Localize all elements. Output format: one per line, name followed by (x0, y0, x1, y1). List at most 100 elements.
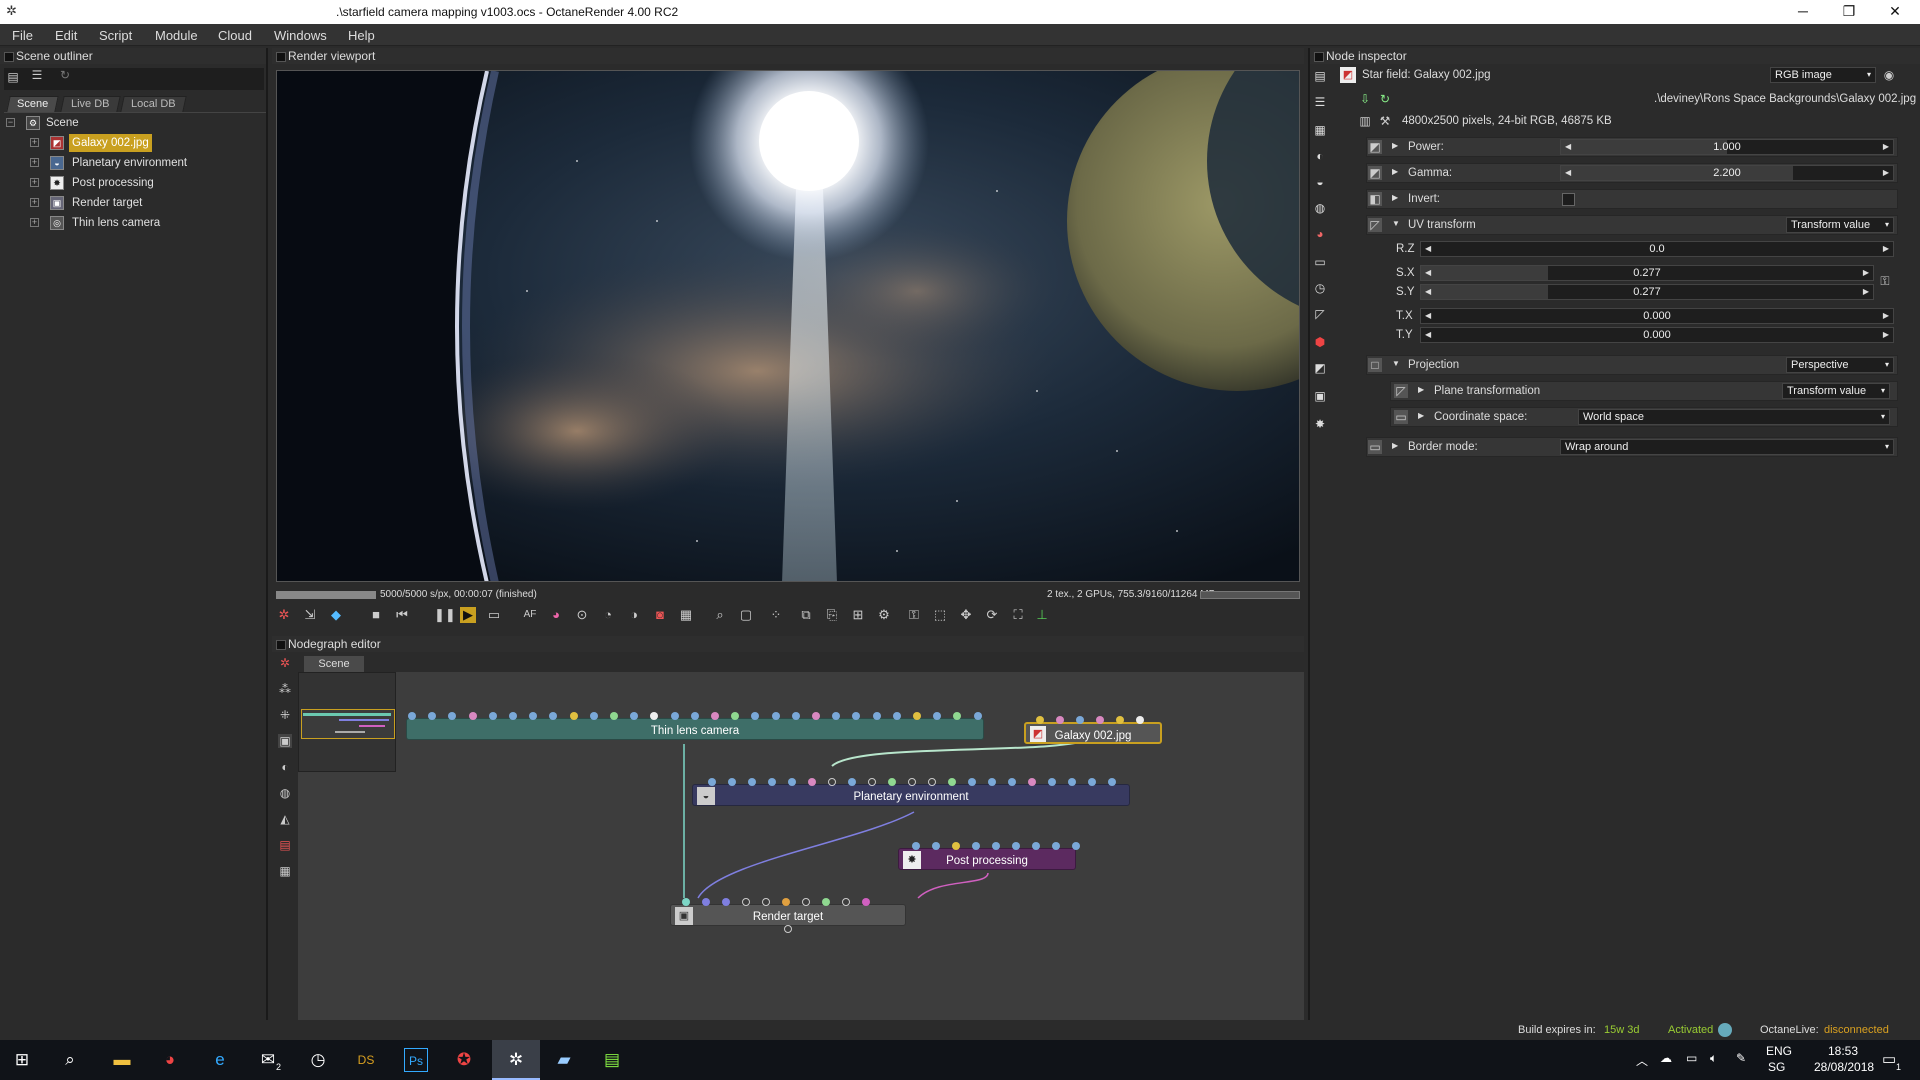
nodegraph-minimap[interactable] (298, 672, 396, 772)
notification-icon[interactable]: ▭ (1882, 1050, 1896, 1068)
af-icon[interactable]: AF (522, 607, 538, 623)
menu-help[interactable]: Help (348, 28, 375, 43)
object-picker-icon[interactable]: ▦ (678, 607, 694, 623)
node-post-processing[interactable]: ✸ Post processing (898, 848, 1076, 870)
input-pin[interactable] (872, 712, 881, 720)
inspector-cube-icon[interactable]: ◩ (1312, 360, 1328, 376)
plane-transformation-dropdown[interactable]: Transform value ▾ (1782, 383, 1890, 399)
region-icon[interactable]: ▢ (738, 607, 754, 623)
input-pin[interactable] (408, 712, 416, 720)
input-pin[interactable] (762, 898, 770, 906)
focus-picker-icon[interactable]: ◔ (600, 607, 616, 623)
geometry-node-icon[interactable]: ◭ (278, 812, 292, 826)
input-pin[interactable] (842, 898, 850, 906)
white-balance-icon[interactable]: ◑ (626, 607, 642, 623)
input-pin[interactable] (913, 712, 921, 720)
material-node-icon[interactable]: ◐ (278, 760, 292, 774)
ty-slider[interactable]: ◀ 0.000 ▶ (1420, 327, 1894, 343)
load-file-icon[interactable]: ⇩ (1358, 92, 1372, 106)
expand-icon[interactable]: + (30, 158, 39, 167)
expand-icon[interactable]: + (30, 178, 39, 187)
fullscreen-icon[interactable]: ⛶ (1010, 607, 1026, 623)
input-pin[interactable] (1136, 716, 1144, 724)
input-pin[interactable] (569, 712, 578, 720)
node-type-dropdown[interactable]: RGB image ▾ (1770, 67, 1876, 83)
input-pin[interactable] (791, 712, 800, 720)
eye-icon[interactable]: ◉ (1882, 68, 1896, 82)
input-pin[interactable] (682, 898, 690, 906)
tree-row-thin-lens-camera[interactable]: + ◎ Thin lens camera (0, 214, 268, 232)
edge-icon[interactable]: e (208, 1048, 232, 1072)
collapse-arrow-icon[interactable]: ▼ (1392, 219, 1400, 228)
input-pin[interactable] (812, 712, 820, 720)
input-pin[interactable] (708, 778, 716, 786)
input-pin[interactable] (802, 898, 810, 906)
file-explorer-icon[interactable]: ▬ (110, 1048, 134, 1072)
photoshop-icon[interactable]: Ps (404, 1048, 428, 1072)
realtime-icon[interactable]: ▭ (486, 607, 502, 623)
inspector-tool-icon[interactable]: ▦ (1312, 122, 1328, 138)
gamma-slider[interactable]: ◀ 2.200 ▶ (1560, 165, 1894, 181)
search-icon[interactable]: ⌕ (58, 1048, 82, 1072)
input-pin[interactable] (782, 898, 790, 906)
tree-row-post-processing[interactable]: + ✸ Post processing (0, 174, 268, 192)
chart-app-icon[interactable]: ▤ (600, 1048, 624, 1072)
input-pin[interactable] (748, 778, 756, 786)
film-region-icon[interactable]: ⁘ (768, 607, 784, 623)
menu-module[interactable]: Module (155, 28, 198, 43)
expand-icon[interactable]: + (30, 138, 39, 147)
input-pin[interactable] (1096, 716, 1104, 724)
input-pin[interactable] (711, 712, 719, 720)
language-label[interactable]: ENG (1766, 1044, 1792, 1058)
projection-mode-dropdown[interactable]: Perspective ▾ (1786, 357, 1894, 373)
node-galaxy-image[interactable]: ◩ Galaxy 002.jpg (1024, 722, 1162, 744)
menu-cloud[interactable]: Cloud (218, 28, 252, 43)
sy-slider[interactable]: ◀ 0.277 ▶ (1420, 284, 1874, 300)
input-pin[interactable] (1068, 778, 1076, 786)
wrench-icon[interactable]: ⚒ (1378, 114, 1392, 128)
chrome-icon[interactable]: ◕ (158, 1048, 182, 1072)
inspector-emission-icon[interactable]: ◕ (1312, 226, 1328, 242)
zoom-icon[interactable]: ⌕ (712, 607, 728, 623)
resize-icon[interactable]: ⇲ (302, 607, 318, 623)
grid-nodes-icon[interactable]: ⁜ (278, 708, 292, 722)
expand-arrow-icon[interactable]: ▶ (1392, 193, 1398, 202)
color-picker-icon[interactable]: ◕ (548, 607, 564, 623)
table-node-icon[interactable]: ▦ (278, 864, 292, 878)
clock-app-icon[interactable]: ◷ (306, 1048, 330, 1072)
inspector-image-icon[interactable]: ▣ (1312, 388, 1328, 404)
input-pin[interactable] (771, 712, 780, 720)
input-pin[interactable] (988, 778, 996, 786)
input-pin[interactable] (948, 778, 956, 786)
input-pin[interactable] (742, 898, 750, 906)
play-icon[interactable]: ▶ (460, 607, 476, 623)
rotate-icon[interactable]: ⟳ (984, 607, 1000, 623)
tree-row-scene[interactable]: − ⚙ Scene (0, 114, 268, 132)
node-planetary-environment[interactable]: ◒ Planetary environment (692, 784, 1130, 806)
scatter-icon[interactable]: ⁂ (278, 682, 292, 696)
box-icon[interactable]: ⬚ (932, 607, 948, 623)
outliner-collapse-icon[interactable]: ☰ (30, 68, 44, 82)
input-pin[interactable] (1108, 778, 1116, 786)
input-pin[interactable] (1116, 716, 1124, 724)
onedrive-icon[interactable]: ☁ (1660, 1051, 1672, 1065)
input-pin[interactable] (1072, 842, 1080, 850)
nodegraph-canvas[interactable]: Thin lens camera ◩ Galaxy 002.jpg ◒ Plan… (298, 672, 1304, 1020)
input-pin[interactable] (728, 778, 736, 786)
rz-slider[interactable]: ◀ 0.0 ▶ (1420, 241, 1894, 257)
inspector-material-icon[interactable]: ◐ (1312, 148, 1328, 164)
expand-icon[interactable]: + (30, 198, 39, 207)
uv-transform-mode-dropdown[interactable]: Transform value ▾ (1786, 217, 1894, 233)
region-label[interactable]: SG (1768, 1060, 1785, 1074)
tab-local-db[interactable]: Local DB (120, 96, 187, 112)
menu-edit[interactable]: Edit (55, 28, 77, 43)
inspector-texture-icon[interactable]: ◍ (1312, 200, 1328, 216)
input-pin[interactable] (932, 842, 940, 850)
inspector-red-icon[interactable]: ⬢ (1312, 334, 1328, 350)
clock-date[interactable]: 28/08/2018 (1814, 1060, 1874, 1074)
input-pin[interactable] (1036, 716, 1044, 724)
input-pin[interactable] (509, 712, 517, 720)
render-image[interactable] (276, 70, 1300, 582)
cube-icon[interactable]: ◆ (328, 607, 344, 623)
input-pin[interactable] (992, 842, 1000, 850)
